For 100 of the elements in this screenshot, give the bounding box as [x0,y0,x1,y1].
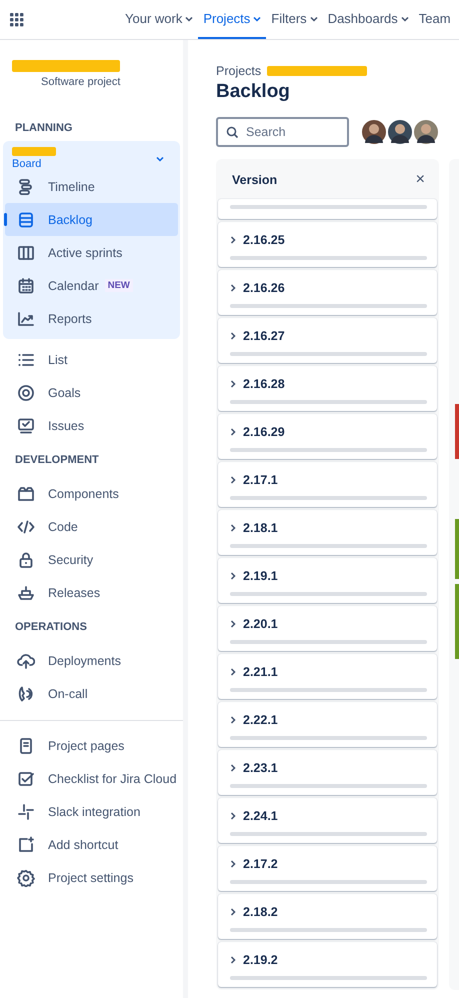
version-name: 2.16.27 [243,329,285,343]
nav-tab[interactable]: Dashboards [322,0,414,39]
nav-tab[interactable]: Team [414,0,456,39]
sidebar-item[interactable]: Timeline [5,170,178,203]
version-name: 2.19.1 [243,569,278,583]
version-card[interactable]: 2.17.1 [218,462,437,507]
page-title: Backlog [216,81,291,103]
version-card[interactable]: 2.16.26 [218,270,437,315]
sidebar-item[interactable]: Add shortcut [0,828,183,861]
app-switcher-icon[interactable] [10,12,24,26]
chart-icon [17,310,35,328]
breadcrumb-link[interactable]: Projects [216,64,262,78]
chevron-down-icon [253,16,262,22]
version-name: 2.16.26 [243,281,285,295]
ship-icon [17,584,35,602]
version-card[interactable]: 2.18.1 [218,510,437,555]
section-heading: OPERATIONS [14,620,88,635]
sidebar-item[interactable]: Goals [0,376,183,409]
cloud-upload-icon [17,652,35,670]
search-field[interactable]: Search [216,117,349,147]
panel-title: Version [232,173,278,187]
chevron-down-icon [310,16,318,22]
version-card[interactable]: 2.21.1 [218,654,437,699]
chevron-right-icon [230,716,236,724]
checkbox-icon [17,770,35,788]
version-name: 2.19.2 [243,953,278,967]
lock-icon [17,550,35,568]
search-icon [226,126,239,138]
sidebar-item[interactable]: List [0,343,183,376]
nav-tab[interactable]: Filters [266,0,323,39]
version-name: 2.22.1 [243,713,278,727]
sidebar-item[interactable]: Releases [0,576,183,609]
sidebar-item[interactable]: Checklist for Jira Cloud [0,762,183,795]
sidebar-item[interactable]: Project pages [0,729,183,762]
version-card[interactable]: 2.16.25 [218,222,437,267]
sidebar-item[interactable]: Code [0,510,183,543]
chevron-right-icon [230,284,236,292]
version-name: 2.21.1 [243,665,278,679]
version-card[interactable]: 2.16.29 [218,414,437,459]
close-icon[interactable]: × [416,171,425,189]
version-card[interactable]: 2.16.27 [218,318,437,363]
sidebar-item[interactable]: On-call [0,677,183,710]
board-switcher[interactable]: Board [3,147,180,170]
page-icon [17,736,35,754]
avatar[interactable] [386,118,414,146]
sidebar-item[interactable]: Slack integration [0,795,183,828]
version-name: 2.17.2 [243,857,278,871]
version-card[interactable]: 2.24.1 [218,798,437,843]
nav-tab[interactable]: Your work [120,0,198,39]
sidebar-item[interactable]: Components [0,477,183,510]
calendar-icon [17,276,35,294]
version-card[interactable]: 2.19.2 [218,942,437,987]
chevron-right-icon [230,236,236,244]
version-card[interactable]: 2.20.1 [218,606,437,651]
version-name: 2.16.29 [243,425,285,439]
nav-tab[interactable]: Projects [198,0,266,39]
add-shortcut-icon [17,836,35,854]
backlog-icon [17,210,35,228]
avatar[interactable] [412,118,440,146]
version-card[interactable]: 2.18.2 [218,894,437,939]
timeline-icon [17,178,35,196]
sidebar-item[interactable]: Deployments [0,644,183,677]
chevron-right-icon [230,764,236,772]
version-name: 2.18.1 [243,521,278,535]
sidebar-item[interactable]: Reports [5,302,178,335]
sidebar-item[interactable]: Project settings [0,861,183,894]
version-card[interactable]: 2.16.28 [218,366,437,411]
section-heading: PLANNING [14,121,74,136]
sidebar-item[interactable]: Backlog [5,203,178,236]
version-card[interactable]: 2.17.2 [218,846,437,891]
new-lozenge: NEW [104,279,133,292]
sidebar-item[interactable]: Issues [0,409,183,442]
chevron-right-icon [230,572,236,580]
chevron-right-icon [230,956,236,964]
sidebar-item[interactable]: Active sprints [5,236,178,269]
chevron-down-icon [400,16,409,22]
chevron-right-icon [230,332,236,340]
code-icon [17,518,35,536]
hash-icon [17,802,35,820]
chevron-right-icon [230,812,236,820]
sidebar-item[interactable]: Security [0,543,183,576]
columns-icon [17,244,35,262]
version-name: 2.18.2 [243,905,278,919]
version-card[interactable]: 2.23.1 [218,750,437,795]
avatar[interactable] [360,118,388,146]
version-card[interactable]: 2.22.1 [218,702,437,747]
project-type: Software project [41,76,122,88]
chevron-down-icon [156,156,164,162]
chevron-right-icon [230,620,236,628]
section-heading: DEVELOPMENT [14,453,100,468]
chevron-right-icon [230,380,236,388]
chevron-right-icon [230,524,236,532]
version-name: 2.17.1 [243,473,278,487]
chevron-right-icon [230,908,236,916]
sidebar-item[interactable]: Calendar NEW [5,269,178,302]
chevron-right-icon [230,668,236,676]
version-name: 2.16.25 [243,233,285,247]
version-card[interactable]: 2.19.1 [218,558,437,603]
chevron-right-icon [230,860,236,868]
chevron-right-icon [230,428,236,436]
